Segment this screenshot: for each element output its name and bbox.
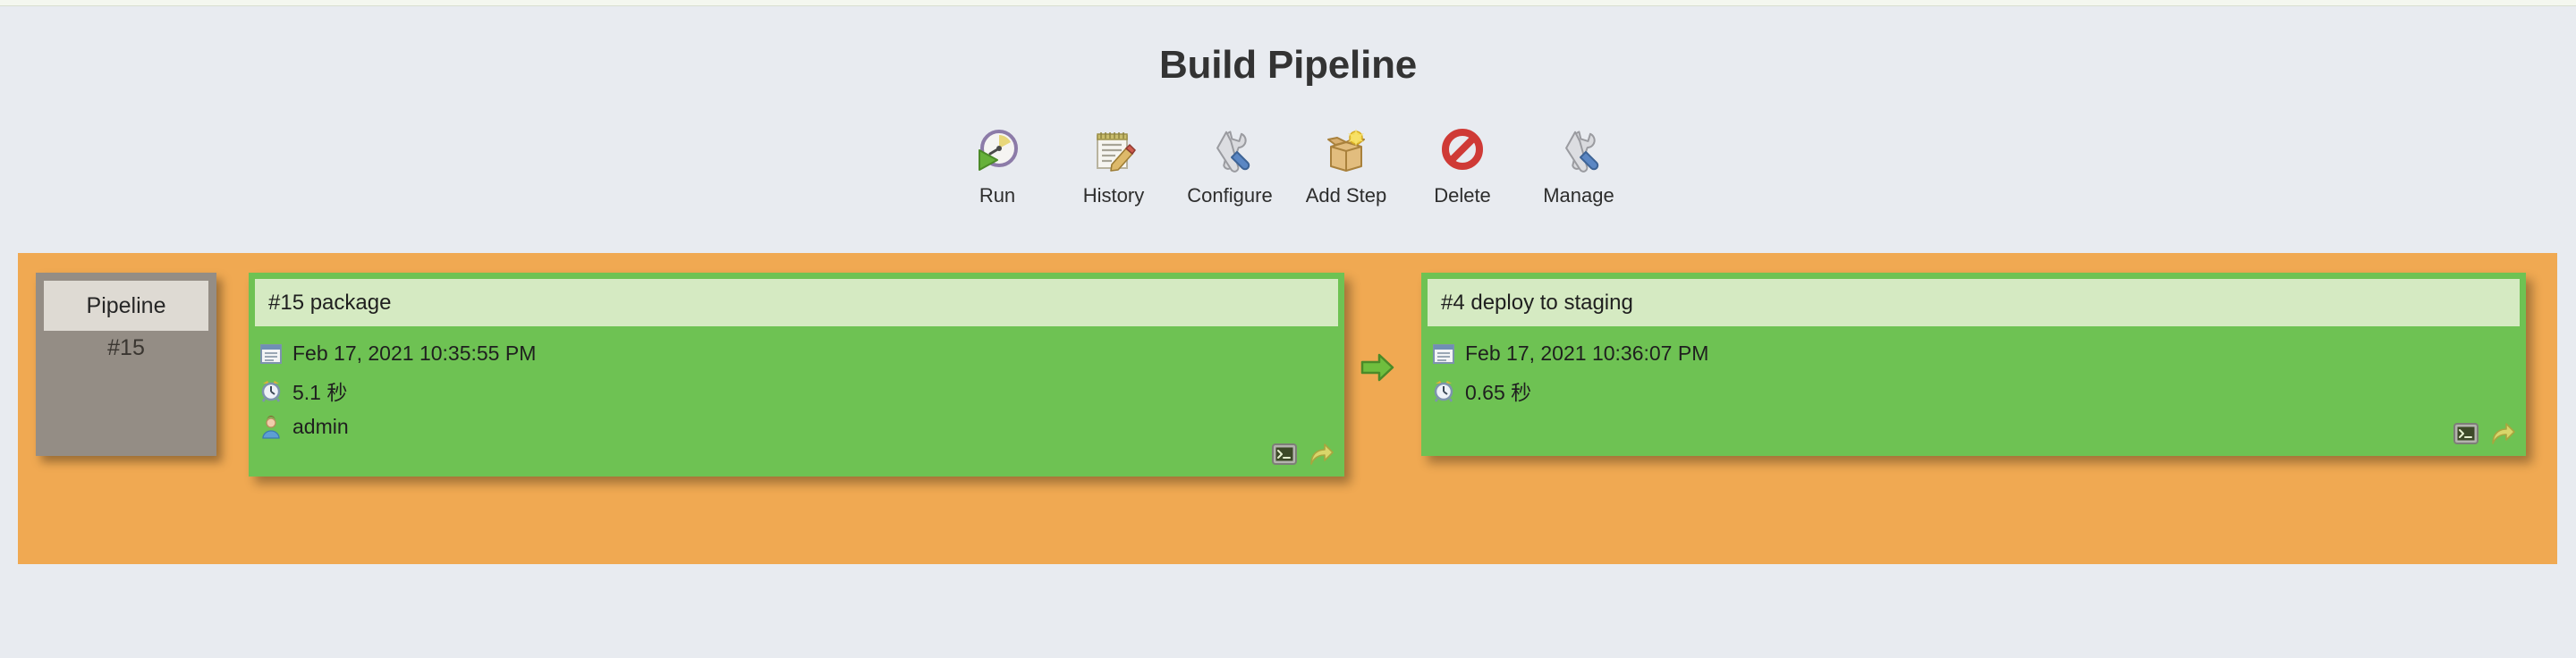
build-card-timestamp: Feb 17, 2021 10:36:07 PM: [1465, 342, 1708, 366]
toolbar-item-configure[interactable]: Configure: [1172, 127, 1288, 207]
build-card-title: #15 package: [255, 279, 1338, 326]
toolbar-label-configure: Configure: [1187, 184, 1272, 207]
pipeline-toolbar: Run: [0, 127, 2576, 207]
open-box-star-icon: [1323, 127, 1369, 173]
toolbar-item-delete[interactable]: Delete: [1404, 127, 1521, 207]
build-card-timestamp-row: Feb 17, 2021 10:36:07 PM: [1432, 335, 2515, 372]
rerun-arrow-icon[interactable]: [1307, 441, 1334, 468]
alarm-clock-icon: [1432, 379, 1455, 402]
console-terminal-icon[interactable]: [2453, 420, 2479, 447]
build-card-timestamp: Feb 17, 2021 10:35:55 PM: [292, 342, 536, 366]
pipeline-build-number: #15: [44, 335, 208, 361]
build-card-actions: [1271, 441, 1334, 468]
build-card-package[interactable]: #15 package Feb 17, 2021 10:35:: [249, 273, 1344, 477]
calendar-list-icon: [1432, 342, 1455, 366]
green-right-arrow-icon: [1360, 350, 1395, 384]
alarm-clock-icon: [259, 379, 283, 402]
toolbar-label-add-step: Add Step: [1306, 184, 1387, 207]
build-card-duration-row: 5.1 秒: [259, 372, 1334, 409]
notepad-pencil-icon: [1090, 127, 1137, 173]
build-card-deploy[interactable]: #4 deploy to staging Feb 17, 20: [1421, 273, 2526, 456]
build-pipeline-page: Build Pipeline Run: [0, 0, 2576, 658]
build-card-user-row: admin: [259, 409, 1334, 445]
toolbar-label-manage: Manage: [1543, 184, 1614, 207]
build-card-user: admin: [292, 415, 349, 439]
toolbar-item-run[interactable]: Run: [939, 127, 1055, 207]
no-entry-icon: [1439, 127, 1486, 173]
toolbar-label-run: Run: [979, 184, 1015, 207]
wrench-screwdriver-icon: [1555, 127, 1602, 173]
pipeline-panel: Pipeline #15 #15 package: [18, 253, 2557, 564]
pipeline-summary-header: Pipeline: [44, 281, 208, 331]
calendar-list-icon: [259, 342, 283, 366]
build-card-details: Feb 17, 2021 10:35:55 PM: [259, 335, 1334, 445]
build-card-timestamp-row: Feb 17, 2021 10:35:55 PM: [259, 335, 1334, 372]
user-avatar-icon: [259, 416, 283, 439]
build-card-duration: 5.1 秒: [292, 375, 347, 406]
build-card-details: Feb 17, 2021 10:36:07 PM: [1432, 335, 2515, 409]
build-card-duration-row: 0.65 秒: [1432, 372, 2515, 409]
toolbar-label-delete: Delete: [1434, 184, 1491, 207]
pipeline-connector-arrow: [1360, 350, 1395, 384]
rerun-arrow-icon[interactable]: [2488, 420, 2515, 447]
run-clock-play-icon: [974, 127, 1021, 173]
toolbar-item-manage[interactable]: Manage: [1521, 127, 1637, 207]
build-card-actions: [2453, 420, 2515, 447]
wrench-screwdriver-icon: [1207, 127, 1253, 173]
page-title: Build Pipeline: [0, 43, 2576, 88]
console-terminal-icon[interactable]: [1271, 441, 1298, 468]
build-card-duration: 0.65 秒: [1465, 375, 1531, 406]
toolbar-item-history[interactable]: History: [1055, 127, 1172, 207]
pipeline-summary-box[interactable]: Pipeline #15: [36, 273, 216, 456]
toolbar-label-history: History: [1083, 184, 1144, 207]
toolbar-item-add-step[interactable]: Add Step: [1288, 127, 1404, 207]
build-card-title: #4 deploy to staging: [1428, 279, 2520, 326]
top-divider-strip: [0, 0, 2576, 6]
